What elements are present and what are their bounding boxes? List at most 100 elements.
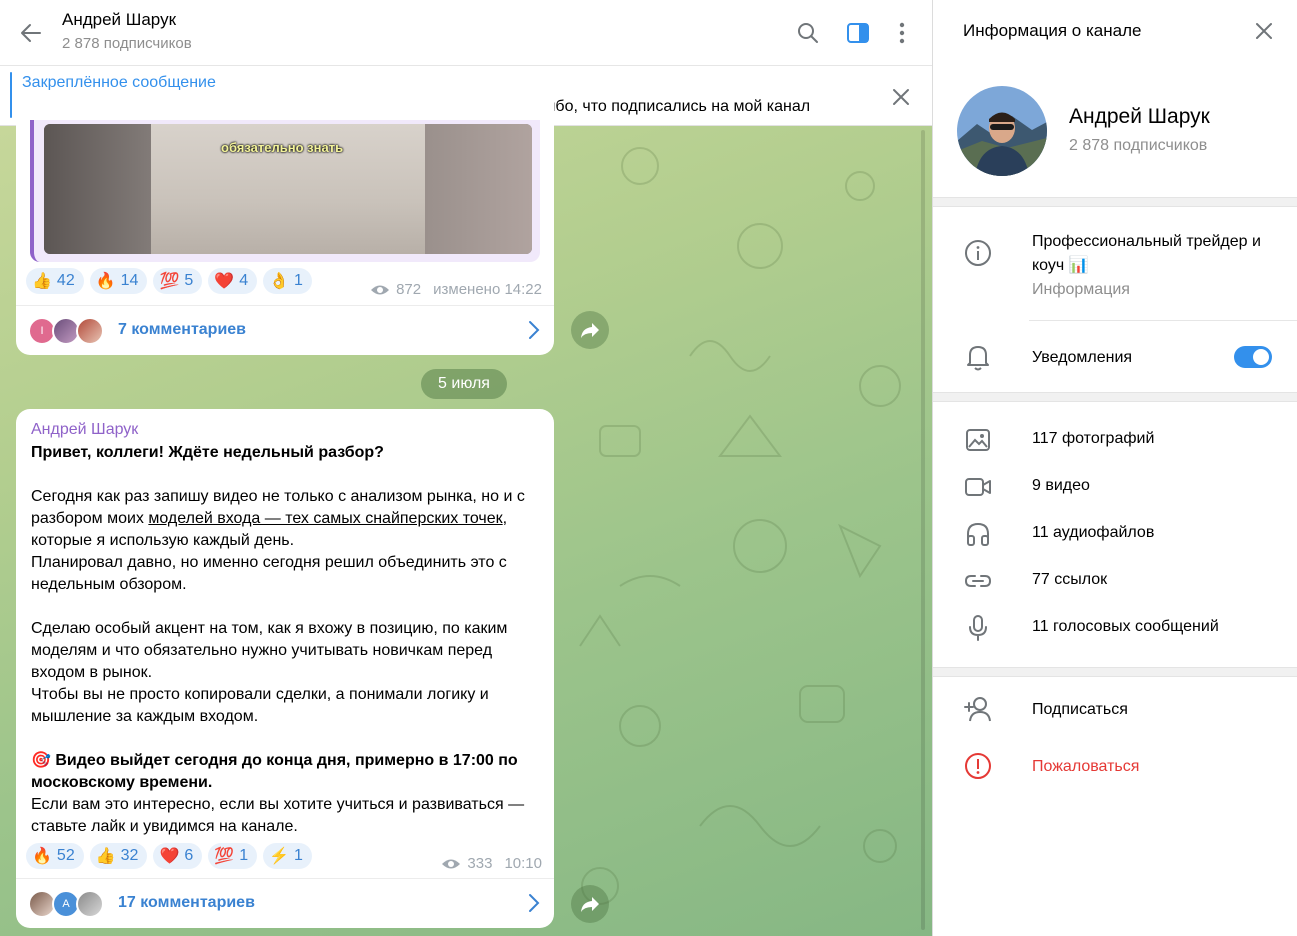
text-link[interactable]: моделей входа — тех самых снайперских то… [148,510,502,527]
reaction-count: 1 [294,272,303,289]
reaction-chip[interactable]: 💯 1 [208,843,258,869]
close-info-button[interactable] [1249,16,1279,46]
reaction-emoji: ❤️ [214,273,235,290]
link-icon [963,566,993,596]
video-message[interactable]: обязательно знать [30,120,540,262]
close-icon [1256,23,1272,39]
reactions: 🔥 52 👍 32 ❤️ 6 💯 1 ⚡ 1 [26,843,312,869]
forward-button[interactable] [571,311,609,349]
reaction-emoji: 🔥 [95,273,116,290]
message-bubble[interactable]: обязательно знать 👍 42 🔥 14 💯 5 ❤️ 4 👌 1 872 изме… [16,90,554,355]
search-button[interactable] [793,18,823,48]
forward-button[interactable] [571,885,609,923]
message-meta: 333 10:10 [441,855,542,872]
message-time: 10:10 [504,855,542,872]
info-panel-title: Информация о канале [963,21,1142,40]
reaction-emoji: 💯 [159,273,180,290]
avatar [76,317,104,345]
reaction-chip[interactable]: 🔥 52 [26,843,84,869]
message-text: Привет, коллеги! Ждёте недельный разбор?… [31,444,525,835]
close-icon [893,89,909,105]
pinned-indicator [10,72,12,118]
toggle-sidebar-button[interactable] [843,18,873,48]
message-time: изменено 14:22 [433,281,542,298]
media-row-headphones[interactable]: 11 аудиофайлов [933,512,1297,556]
date-separator: 5 июля [421,369,507,399]
reaction-chip[interactable]: 👍 32 [89,843,148,869]
notifications-label: Уведомления [1032,349,1133,366]
target-emoji: 🎯 [31,752,51,769]
section-divider [933,392,1297,402]
reaction-count: 6 [184,847,194,864]
info-icon [963,238,993,268]
channel-info-panel: Информация о канале Андрей Шарук 2 878 п… [932,0,1297,936]
reaction-chip[interactable]: 🔥 14 [89,268,148,294]
reaction-chip[interactable]: ⚡ 1 [263,843,312,869]
more-button[interactable] [887,18,917,48]
message-meta: 872 изменено 14:22 [370,281,542,298]
search-icon [798,23,818,43]
chat-scrollbar[interactable] [921,130,926,930]
warning-icon [963,751,993,781]
media-row-photo[interactable]: 117 фотографий [933,418,1297,462]
message-heading: Привет, коллеги! Ждёте недельный разбор? [31,444,384,461]
reaction-emoji: 👍 [32,273,52,290]
sidebar-icon [847,23,869,43]
reaction-count: 32 [120,847,139,864]
media-row-video[interactable]: 9 видео [933,465,1297,509]
description-label: Информация [1032,281,1130,298]
commenter-avatars: I [28,317,108,345]
eye-icon [442,859,461,868]
views-count: 333 [467,855,493,872]
media-row-microphone[interactable]: 11 голосовых сообщений [933,606,1297,650]
reaction-chip[interactable]: ❤️ 4 [208,268,258,294]
subscribe-button[interactable]: Подписаться [933,685,1297,733]
media-label: 117 фотографий [1032,430,1155,447]
headphones-icon [963,519,993,549]
video-icon [963,472,993,502]
share-arrow-icon [581,897,599,912]
report-label: Пожаловаться [1032,758,1140,775]
commenter-avatars: A [28,890,108,918]
reaction-count: 52 [56,847,75,864]
microphone-icon [963,613,993,643]
reaction-emoji: 👍 [95,848,116,865]
channel-subscribers: 2 878 подписчиков [1069,137,1208,154]
reaction-count: 42 [56,272,75,289]
notifications-toggle[interactable] [1234,346,1272,368]
photo-icon [963,425,993,455]
media-label: 9 видео [1032,477,1090,494]
chevron-right-icon [529,894,540,912]
comments-link[interactable]: A 17 комментариев [16,878,554,928]
section-divider [933,667,1297,677]
comments-link[interactable]: I 7 комментариев [16,305,554,355]
reaction-count: 1 [239,847,249,864]
video-thumbnail[interactable]: обязательно знать [44,124,532,254]
add-user-icon [963,694,993,724]
reaction-emoji: 💯 [214,848,235,865]
message-bubble[interactable]: Андрей Шарук Привет, коллеги! Ждёте неде… [16,409,554,928]
reaction-chip[interactable]: 💯 5 [153,268,203,294]
unpin-button[interactable] [886,82,916,112]
views-count: 872 [396,281,422,298]
bell-icon [963,342,993,372]
report-button[interactable]: Пожаловаться [933,742,1297,790]
media-label: 77 ссылок [1032,571,1108,588]
arrow-left-icon [21,24,41,42]
reactions: 👍 42 🔥 14 💯 5 ❤️ 4 👌 1 [26,268,312,294]
reaction-emoji: 👌 [269,273,290,290]
chat-header: Андрей Шарук 2 878 подписчиков [0,0,932,66]
back-button[interactable] [14,16,48,50]
channel-name: Андрей Шарук [1069,105,1210,128]
section-divider [933,197,1297,207]
reaction-chip[interactable]: 👍 42 [26,268,84,294]
message-author[interactable]: Андрей Шарук [31,421,138,439]
channel-avatar[interactable] [957,86,1047,176]
reaction-chip[interactable]: 👌 1 [263,268,312,294]
media-row-link[interactable]: 77 ссылок [933,559,1297,603]
chat-subscriber-count: 2 878 подписчиков [62,35,192,52]
video-caption: обязательно знать [221,140,344,155]
chat-title[interactable]: Андрей Шарук [62,10,176,30]
comments-count: 17 комментариев [118,894,255,911]
reaction-chip[interactable]: ❤️ 6 [153,843,203,869]
